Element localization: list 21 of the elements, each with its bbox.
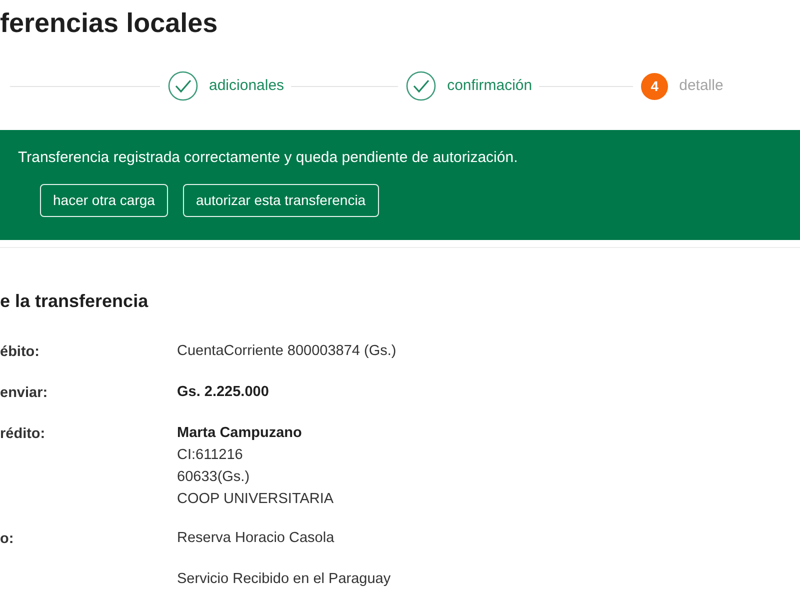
field-value: 60633(Gs.): [177, 468, 250, 487]
step-label: adicionales: [209, 76, 284, 96]
step-label: confirmación: [447, 76, 532, 96]
field-value: COOP UNIVERSITARIA: [177, 490, 334, 509]
field-value: Gs. 2.225.000: [177, 383, 269, 402]
section-title: e la transferencia: [0, 290, 148, 313]
field-value: Marta Campuzano: [177, 424, 302, 443]
step-label: detalle: [679, 76, 724, 96]
page-title: ferencias locales: [0, 10, 218, 36]
field-label: o:: [0, 531, 14, 547]
success-message: Transferencia registrada correctamente y queda pendiente de autorización.: [18, 148, 518, 168]
banner-button[interactable]: autorizar esta transferencia: [182, 184, 379, 217]
field-label: rédito:: [0, 426, 46, 442]
field-value: CuentaCorriente 800003874 (Gs.): [177, 342, 396, 361]
banner-button[interactable]: hacer otra carga: [40, 184, 168, 217]
step-number: 4: [641, 72, 668, 100]
field-value: Reserva Horacio Casola: [177, 529, 334, 548]
field-label: enviar:: [0, 385, 48, 401]
field-label: ébito:: [0, 344, 40, 360]
field-value: Servicio Recibido en el Paraguay: [177, 570, 391, 589]
field-value: CI:611216: [177, 446, 243, 465]
